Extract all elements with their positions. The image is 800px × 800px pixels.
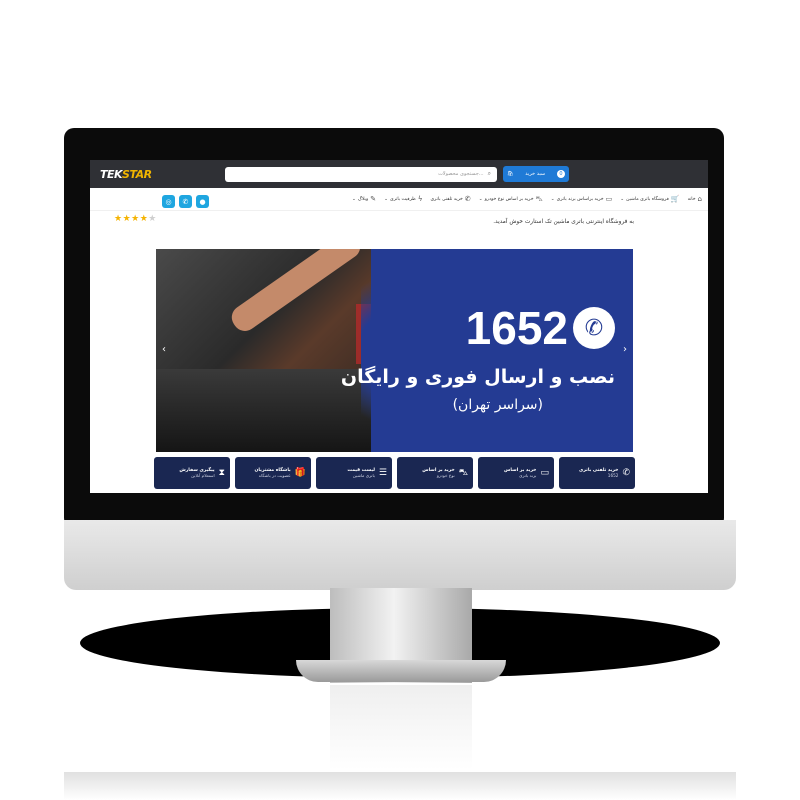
nav-item-brand[interactable]: ▭ خرید براساس برند باتری ⌄ bbox=[551, 195, 612, 203]
monitor-chin bbox=[64, 520, 736, 590]
phone-icon: ✆ bbox=[464, 195, 471, 203]
card-phone-order[interactable]: ✆ خرید تلفنی باتری 1652 bbox=[559, 457, 635, 489]
car-icon: ⛍ bbox=[535, 194, 543, 203]
battery-icon: ▭ bbox=[605, 195, 613, 203]
nav-item-shop[interactable]: 🛒 فروشگاه باتری ماشین ⌄ bbox=[620, 195, 679, 203]
search-icon[interactable]: ⌕ bbox=[488, 170, 491, 178]
car-icon: ⛍ bbox=[458, 467, 468, 478]
feature-cards: ✆ خرید تلفنی باتری 1652 ▭ خرید بر اساس برند … bbox=[154, 457, 635, 489]
stand-reflection bbox=[330, 685, 472, 770]
hourglass-icon: ⧗ bbox=[218, 468, 225, 478]
cart-icon: 🛒 bbox=[670, 195, 680, 203]
search-input[interactable]: جستجوی محصولات... ⌕ bbox=[225, 166, 497, 182]
chevron-down-icon: ⌄ bbox=[478, 196, 483, 202]
floor-reflection bbox=[64, 772, 736, 800]
chevron-down-icon: ⌄ bbox=[620, 196, 625, 202]
card-price-list[interactable]: ☰ لیست قیمت باتری ماشین bbox=[316, 457, 392, 489]
nav-item-car-type[interactable]: ⛍ خرید بر اساس نوع خودرو ⌄ bbox=[479, 195, 543, 204]
banner-headline: نصب و ارسال فوری و رایگان bbox=[340, 366, 615, 388]
battery-icon: ▭ bbox=[540, 468, 549, 478]
top-header: TEKSTAR جستجوی محصولات... ⌕ 🛍 سبد خرید 0 bbox=[90, 160, 708, 188]
website-screen: TEKSTAR جستجوی محصولات... ⌕ 🛍 سبد خرید 0… bbox=[90, 160, 708, 493]
home-icon: ⌂ bbox=[697, 195, 702, 203]
blog-icon: ✎ bbox=[370, 195, 377, 203]
hero-banner[interactable]: 1652 ✆ نصب و ارسال فوری و رایگان (سراسر … bbox=[156, 249, 633, 452]
nav-item-capacity[interactable]: ϟ ظرفیت باتری ⌄ bbox=[384, 195, 422, 203]
banner-phone-number: 1652 bbox=[465, 302, 568, 354]
chevron-down-icon: ⌄ bbox=[550, 196, 555, 202]
rating-stars: ★★★★★ bbox=[114, 214, 157, 224]
chevron-down-icon: ⌄ bbox=[384, 196, 388, 202]
bolt-icon: ϟ bbox=[417, 195, 423, 203]
cart-label: سبد خرید bbox=[525, 171, 546, 177]
welcome-text: به فروشگاه اینترنتی باتری ماشین تک استار… bbox=[493, 219, 634, 225]
phone-icon: ✆ bbox=[573, 307, 615, 349]
phone-icon[interactable]: ✆ bbox=[179, 195, 192, 208]
card-by-car[interactable]: ⛍ خرید بر اساس نوع خودرو bbox=[397, 457, 473, 489]
nav-item-home[interactable]: ⌂ خانه bbox=[688, 195, 702, 203]
slider-prev-arrow[interactable]: ‹ bbox=[162, 344, 166, 355]
info-row: ◎ ✆ ● ★★★★★ به فروشگاه اینترنتی باتری ما… bbox=[90, 195, 708, 233]
bag-icon: 🛍 bbox=[507, 171, 514, 177]
list-icon: ☰ bbox=[378, 468, 387, 478]
site-logo[interactable]: TEKSTAR bbox=[100, 168, 152, 181]
banner-subline: (سراسر تهران) bbox=[452, 397, 543, 413]
phone-icon: ✆ bbox=[622, 468, 630, 478]
card-order-tracking[interactable]: ⧗ پیگیری سفارش استعلام آنلاین bbox=[154, 457, 230, 489]
gift-icon: 🎁 bbox=[294, 468, 306, 478]
card-customer-club[interactable]: 🎁 باشگاه مشتریان عضویت در باشگاه bbox=[235, 457, 311, 489]
chevron-down-icon: ⌄ bbox=[352, 196, 356, 202]
monitor-base bbox=[296, 660, 506, 682]
slider-next-arrow[interactable]: › bbox=[623, 344, 627, 355]
cart-button[interactable]: 🛍 سبد خرید 0 bbox=[503, 166, 569, 182]
card-by-brand[interactable]: ▭ خرید بر اساس برند باتری bbox=[478, 457, 554, 489]
nav-item-blog[interactable]: ✎ وبلاگ ⌄ bbox=[352, 195, 376, 203]
search-placeholder: جستجوی محصولات... bbox=[438, 171, 484, 177]
instagram-icon[interactable]: ◎ bbox=[162, 195, 175, 208]
cart-count-badge: 0 bbox=[556, 170, 565, 178]
nav-item-phone-order[interactable]: ✆ خرید تلفنی باتری bbox=[430, 195, 470, 203]
user-icon[interactable]: ● bbox=[196, 195, 209, 208]
